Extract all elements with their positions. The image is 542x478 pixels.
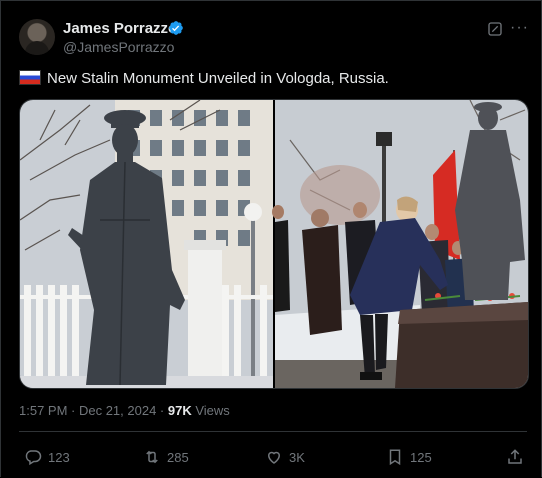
photo-left[interactable] — [20, 100, 273, 388]
timestamp[interactable]: 1:57 PM · Dec 21, 2024 · — [19, 403, 168, 418]
bookmark-count: 125 — [410, 449, 432, 465]
views-label: Views — [191, 403, 230, 418]
tweet-meta: 1:57 PM · Dec 21, 2024 · 97K Views — [19, 403, 230, 418]
tweet-media[interactable] — [19, 99, 529, 389]
author-handle[interactable]: @JamesPorrazzo — [63, 39, 174, 55]
tweet-text-content: New Stalin Monument Unveiled in Vologda,… — [47, 70, 389, 87]
avatar[interactable] — [19, 19, 55, 55]
repost-button[interactable]: 285 — [143, 447, 189, 467]
heart-icon — [267, 451, 281, 464]
author-name[interactable]: James Porrazzo — [63, 20, 177, 37]
reply-count: 123 — [48, 449, 70, 465]
bookmark-button[interactable]: 125 — [386, 447, 432, 467]
share-icon — [508, 449, 522, 464]
like-button[interactable]: 3K — [265, 447, 305, 467]
reply-icon — [25, 450, 42, 466]
divider — [19, 431, 527, 432]
views-count: 97K — [167, 403, 192, 418]
tweet-text: New Stalin Monument Unveiled in Vologda,… — [19, 70, 389, 87]
like-count: 3K — [289, 449, 305, 465]
grok-icon[interactable] — [487, 21, 503, 37]
photo-right[interactable] — [272, 100, 528, 388]
verified-badge-icon — [169, 21, 183, 35]
bookmark-icon — [389, 449, 401, 466]
repost-icon — [146, 450, 158, 464]
share-button[interactable] — [506, 447, 524, 467]
more-options-icon[interactable]: ··· — [510, 20, 529, 36]
russia-flag-icon — [19, 70, 41, 85]
repost-count: 285 — [167, 449, 189, 465]
reply-button[interactable]: 123 — [24, 447, 70, 467]
